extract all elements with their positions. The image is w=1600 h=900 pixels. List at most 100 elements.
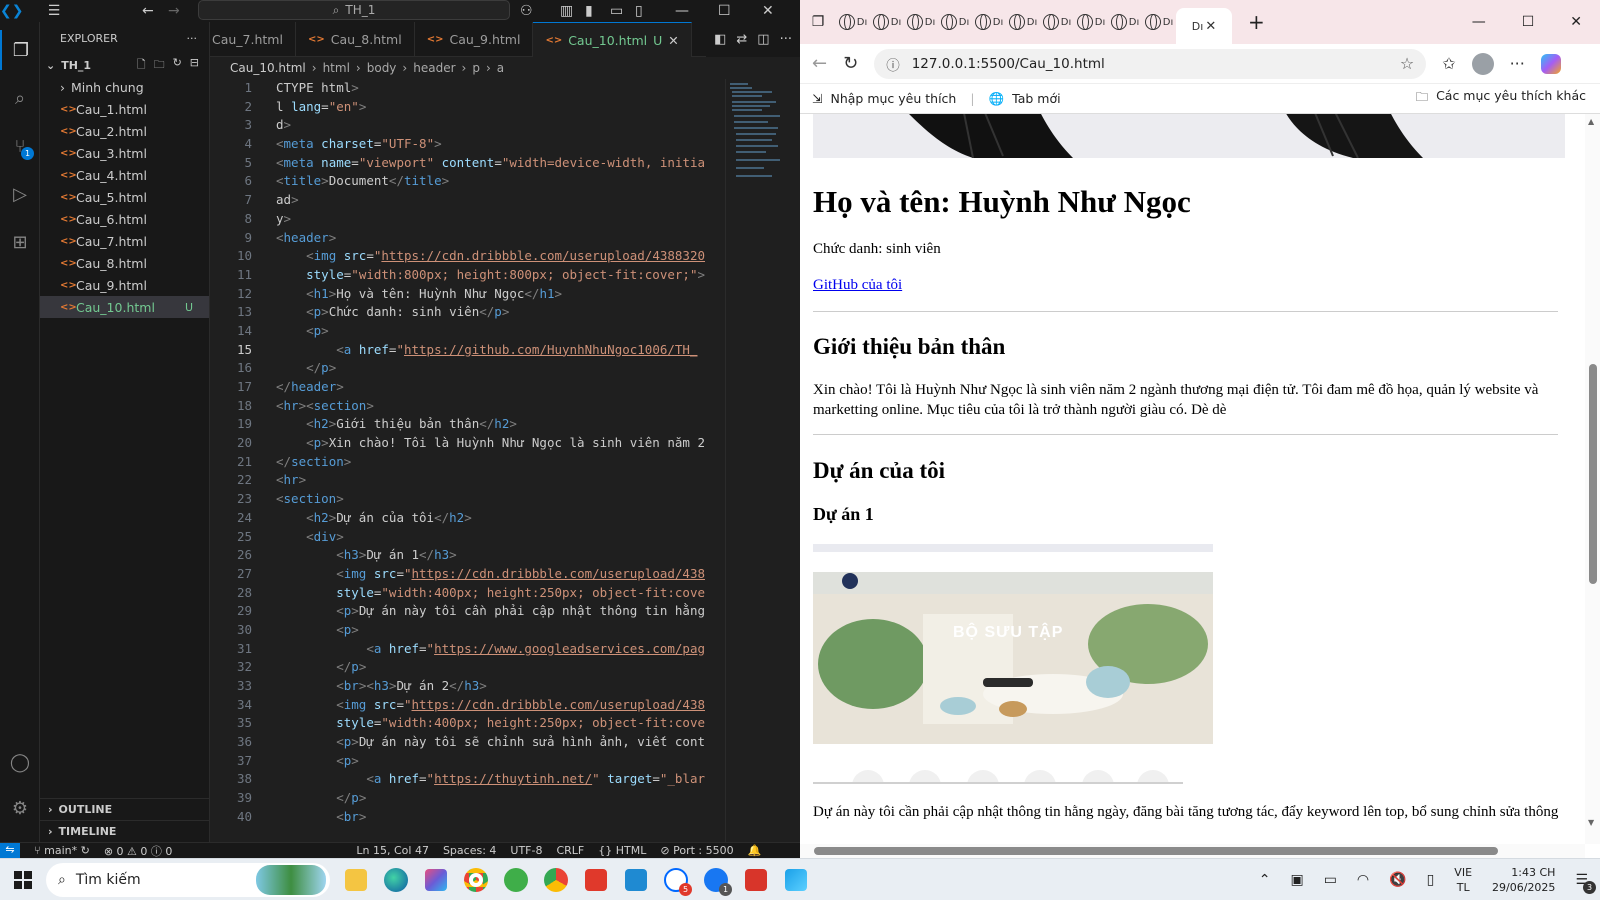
back-arrow-icon[interactable]: ← — [812, 53, 827, 74]
toggle-panel-icon[interactable]: ▭ — [610, 3, 623, 19]
file-item[interactable]: <> Cau_5.html — [40, 186, 209, 208]
code-line[interactable]: 11 style="width:800px; height:800px; obj… — [210, 266, 730, 285]
wifi-icon[interactable]: ◠ — [1357, 872, 1369, 888]
file-item[interactable]: <> Cau_4.html — [40, 164, 209, 186]
browser-tab[interactable]: Dı — [1074, 7, 1108, 37]
browser-tab-active[interactable]: Dı ✕ — [1176, 8, 1232, 44]
github-link[interactable]: GitHub của tôi — [813, 277, 902, 294]
new-file-icon[interactable]: 🗋 — [137, 56, 146, 75]
code-line[interactable]: 18 <hr><section> — [210, 397, 730, 416]
wps-app[interactable] — [576, 860, 616, 900]
file-item[interactable]: <> Cau_7.html — [40, 230, 209, 252]
breadcrumb-item[interactable]: html — [323, 61, 350, 75]
clock[interactable]: 1:43 CH 29/06/2025 — [1492, 865, 1555, 895]
code-line[interactable]: 34 <img src="https://cdn.dribbble.com/us… — [210, 696, 730, 715]
cursor-position[interactable]: Ln 15, Col 47 — [356, 844, 429, 857]
code-line[interactable]: 37 <p> — [210, 752, 730, 771]
vscode-app[interactable] — [616, 860, 656, 900]
phone-link-icon[interactable]: ▯ — [1427, 872, 1435, 888]
more-actions-icon[interactable]: ··· — [187, 32, 198, 45]
file-item[interactable]: <> Cau_3.html — [40, 142, 209, 164]
menu-icon[interactable]: ☰ — [34, 3, 74, 19]
show-hidden-icons-icon[interactable]: ⌃ — [1259, 872, 1271, 888]
code-line[interactable]: 9 <header> — [210, 229, 730, 248]
more-actions-icon[interactable]: ··· — [780, 32, 792, 47]
code-line[interactable]: 5 <meta name="viewport" content="width=de… — [210, 154, 730, 173]
green-app[interactable] — [496, 860, 536, 900]
photos-app[interactable] — [776, 860, 816, 900]
code-line[interactable]: 27 <img src="https://cdn.dribbble.com/us… — [210, 565, 730, 584]
breadcrumb-item[interactable]: p — [472, 61, 480, 75]
browser-tab[interactable]: Dı — [1040, 7, 1074, 37]
battery-icon[interactable]: ▭ — [1324, 872, 1337, 888]
code-line[interactable]: 21 </section> — [210, 453, 730, 472]
favorite-star-icon[interactable]: ☆ — [1400, 54, 1414, 73]
other-favorites[interactable]: 🗀 Các mục yêu thích khác — [1416, 88, 1586, 109]
breadcrumb-item[interactable]: a — [497, 61, 504, 75]
outline-section[interactable]: › OUTLINE — [40, 798, 210, 820]
minimize-icon[interactable]: — — [1472, 14, 1486, 30]
start-button[interactable] — [0, 860, 46, 900]
settings-more-icon[interactable]: ··· — [1510, 54, 1525, 73]
code-line[interactable]: 14 <p> — [210, 322, 730, 341]
split-editor-icon[interactable]: ◫ — [757, 32, 769, 47]
browser-tab[interactable]: Dı — [1142, 7, 1176, 37]
edge-app[interactable] — [376, 860, 416, 900]
code-line[interactable]: 13 <p>Chức danh: sinh viên</p> — [210, 303, 730, 322]
file-item[interactable]: <> Cau_10.html U — [40, 296, 209, 318]
code-line[interactable]: 8 y> — [210, 210, 730, 229]
code-line[interactable]: 22 <hr> — [210, 471, 730, 490]
code-line[interactable]: 24 <h2>Dự án của tôi</h2> — [210, 509, 730, 528]
code-line[interactable]: 6 <title>Document</title> — [210, 172, 730, 191]
command-center-search[interactable]: ⌕ TH_1 — [198, 0, 510, 20]
live-server-port[interactable]: ⊘ Port : 5500 — [660, 844, 733, 857]
account-icon[interactable]: ◯ — [0, 742, 40, 782]
code-line[interactable]: 35 style="width:400px; height:250px; obj… — [210, 714, 730, 733]
copilot-icon[interactable]: ⚇ — [520, 3, 533, 19]
back-arrow-icon[interactable]: ← — [142, 3, 154, 19]
profile-avatar[interactable] — [1471, 52, 1494, 75]
page-viewport[interactable]: Họ và tên: Huỳnh Như Ngọc Chức danh: sin… — [800, 114, 1585, 844]
code-editor[interactable]: 1 CTYPE html> 2 l lang="en"> 3 d> 4 <meta chars… — [210, 79, 730, 849]
m365-app[interactable] — [416, 860, 456, 900]
close-icon[interactable]: ✕ — [762, 3, 774, 19]
indentation[interactable]: Spaces: 4 — [443, 844, 496, 857]
display-icon[interactable]: ▣ — [1290, 872, 1303, 888]
remote-indicator-icon[interactable]: ⇋ — [0, 842, 20, 858]
close-icon[interactable]: ✕ — [1570, 14, 1582, 30]
browser-tab[interactable]: Dı — [1108, 7, 1142, 37]
code-line[interactable]: 19 <h2>Giới thiệu bản thân</h2> — [210, 415, 730, 434]
tab-cau-10[interactable]: <> Cau_10.html U ✕ — [533, 22, 692, 57]
run-debug-icon[interactable]: ▷ — [0, 174, 40, 214]
explorer-activity-icon[interactable]: ❐ — [0, 30, 40, 70]
settings-gear-icon[interactable]: ⚙ — [0, 788, 40, 828]
input-language[interactable]: VIE TL — [1454, 865, 1472, 895]
horizontal-scrollbar[interactable] — [800, 844, 1585, 858]
forward-arrow-icon[interactable]: → — [168, 3, 180, 19]
vertical-scrollbar[interactable]: ▲ ▼ — [1585, 114, 1600, 844]
notification-center[interactable]: ☰ 3 — [1575, 872, 1596, 894]
new-tab-link[interactable]: Tab mới — [1012, 91, 1060, 106]
reload-icon[interactable]: ↻ — [843, 53, 858, 74]
chrome-app[interactable] — [456, 860, 496, 900]
copilot-icon[interactable] — [1540, 53, 1561, 74]
horizontal-scroll-thumb[interactable] — [814, 847, 1498, 855]
code-line[interactable]: 10 <img src="https://cdn.dribbble.com/us… — [210, 247, 730, 266]
toggle-sidebar-icon[interactable]: ▮ — [585, 3, 593, 19]
code-line[interactable]: 30 <p> — [210, 621, 730, 640]
language-mode[interactable]: {} HTML — [598, 844, 646, 857]
code-line[interactable]: 17 </header> — [210, 378, 730, 397]
code-line[interactable]: 4 <meta charset="UTF-8"> — [210, 135, 730, 154]
toggle-secondary-icon[interactable]: ▯ — [635, 3, 643, 19]
messenger-app[interactable]: 1 — [696, 860, 736, 900]
tab-cau-9[interactable]: <> Cau_9.html — [415, 22, 534, 57]
maximize-icon[interactable]: ☐ — [718, 3, 731, 19]
minimize-icon[interactable]: — — [675, 3, 689, 19]
file-explorer-app[interactable] — [336, 860, 376, 900]
code-line[interactable]: 40 <br> — [210, 808, 730, 827]
minimap[interactable] — [725, 79, 785, 849]
file-item[interactable]: <> Cau_9.html — [40, 274, 209, 296]
search-activity-icon[interactable]: ⌕ — [0, 78, 40, 118]
file-item[interactable]: <> Cau_1.html — [40, 98, 209, 120]
refresh-icon[interactable]: ↻ — [173, 56, 182, 75]
